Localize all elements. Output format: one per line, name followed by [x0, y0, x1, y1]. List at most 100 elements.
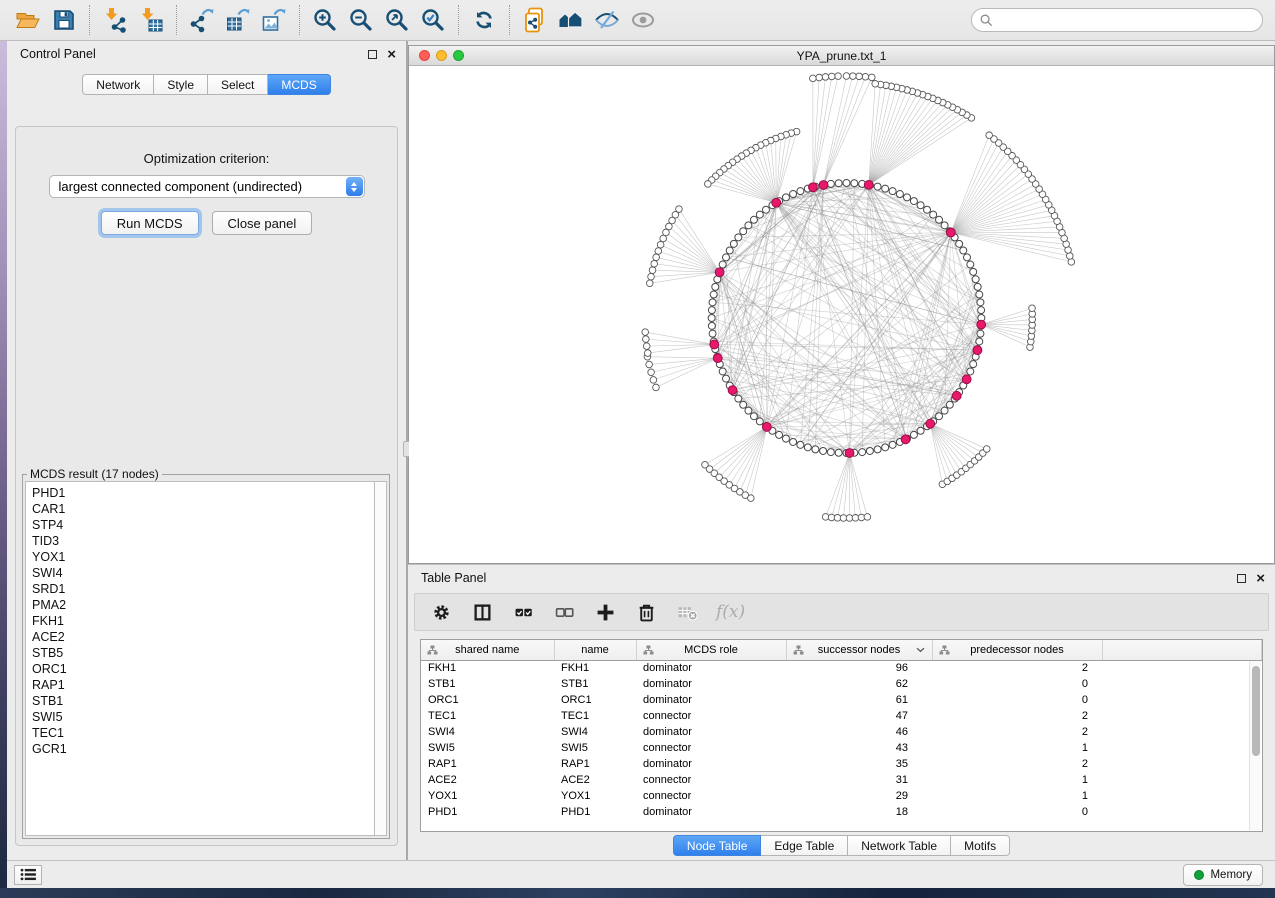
column-header-successor-nodes[interactable]: successor nodes	[786, 640, 932, 660]
mcds-result-item[interactable]: CAR1	[32, 501, 374, 517]
close-panel-button[interactable]: Close panel	[212, 211, 313, 235]
network-graph[interactable]	[409, 66, 1274, 563]
table-row[interactable]: SWI4SWI4dominator462	[421, 724, 1262, 740]
table-row[interactable]: ACE2ACE2connector311	[421, 772, 1262, 788]
cell[interactable]: dominator	[636, 756, 786, 772]
cell[interactable]: PHD1	[554, 804, 636, 820]
table-row[interactable]: SWI5SWI5connector431	[421, 740, 1262, 756]
mcds-result-item[interactable]: GCR1	[32, 741, 374, 757]
cell[interactable]: 2	[932, 708, 1102, 724]
zoom-fit-button[interactable]	[379, 3, 415, 37]
close-panel-icon[interactable]: ×	[387, 47, 396, 62]
cell[interactable]: STB1	[554, 676, 636, 692]
mcds-result-item[interactable]: ORC1	[32, 661, 374, 677]
delete-table-button[interactable]	[675, 600, 699, 624]
tab-style[interactable]: Style	[154, 74, 208, 95]
table-row[interactable]: YOX1YOX1connector291	[421, 788, 1262, 804]
cell[interactable]: 2	[932, 660, 1102, 676]
tab-network-table[interactable]: Network Table	[848, 835, 951, 856]
cell[interactable]: 46	[786, 724, 932, 740]
cell[interactable]: connector	[636, 772, 786, 788]
tab-motifs[interactable]: Motifs	[951, 835, 1010, 856]
cell[interactable]: TEC1	[421, 708, 554, 724]
cell[interactable]: ACE2	[554, 772, 636, 788]
optimization-criterion-select[interactable]: largest connected component (undirected)	[49, 175, 365, 198]
mcds-result-item[interactable]: SWI4	[32, 565, 374, 581]
cell[interactable]: PHD1	[421, 804, 554, 820]
zoom-out-button[interactable]	[343, 3, 379, 37]
import-network-button[interactable]	[97, 3, 133, 37]
cell[interactable]: connector	[636, 788, 786, 804]
table-row[interactable]: STB1STB1dominator620	[421, 676, 1262, 692]
tab-edge-table[interactable]: Edge Table	[761, 835, 848, 856]
cell[interactable]: FKH1	[554, 660, 636, 676]
table-settings-button[interactable]	[429, 600, 453, 624]
table-scrollbar[interactable]	[1249, 661, 1261, 830]
float-table-panel-icon[interactable]	[1237, 574, 1246, 583]
cell[interactable]: 1	[932, 740, 1102, 756]
cell[interactable]: SWI4	[421, 724, 554, 740]
zoom-selected-button[interactable]	[415, 3, 451, 37]
export-table-button[interactable]	[220, 3, 256, 37]
column-header-predecessor-nodes[interactable]: predecessor nodes	[932, 640, 1102, 660]
cell[interactable]: 0	[932, 804, 1102, 820]
show-columns-button[interactable]	[470, 600, 494, 624]
cell[interactable]: 1	[932, 788, 1102, 804]
cell[interactable]: 47	[786, 708, 932, 724]
cell[interactable]: 61	[786, 692, 932, 708]
cell[interactable]: TEC1	[554, 708, 636, 724]
function-builder-button[interactable]: f(x)	[716, 602, 745, 622]
save-session-button[interactable]	[46, 3, 82, 37]
cell[interactable]: connector	[636, 708, 786, 724]
cell[interactable]: 0	[932, 676, 1102, 692]
cell[interactable]: connector	[636, 740, 786, 756]
table-row[interactable]: RAP1RAP1dominator352	[421, 756, 1262, 772]
cell[interactable]: 96	[786, 660, 932, 676]
tab-select[interactable]: Select	[208, 74, 268, 95]
mcds-result-item[interactable]: PHD1	[32, 485, 374, 501]
show-eye-button[interactable]	[625, 3, 661, 37]
cell[interactable]: 0	[932, 692, 1102, 708]
mcds-result-item[interactable]: PMA2	[32, 597, 374, 613]
column-header-MCDS-role[interactable]: MCDS role	[636, 640, 786, 660]
mcds-result-item[interactable]: RAP1	[32, 677, 374, 693]
share-document-button[interactable]	[517, 3, 553, 37]
cell[interactable]: RAP1	[554, 756, 636, 772]
cell[interactable]: 31	[786, 772, 932, 788]
zoom-in-button[interactable]	[307, 3, 343, 37]
mcds-result-item[interactable]: FKH1	[32, 613, 374, 629]
memory-button[interactable]: Memory	[1183, 864, 1263, 886]
cell[interactable]: 2	[932, 724, 1102, 740]
cell[interactable]: 35	[786, 756, 932, 772]
import-table-button[interactable]	[133, 3, 169, 37]
network-canvas[interactable]	[409, 66, 1274, 563]
tab-node-table[interactable]: Node Table	[673, 835, 762, 856]
refresh-layout-button[interactable]	[466, 3, 502, 37]
houses-button[interactable]	[553, 3, 589, 37]
column-header-shared-name[interactable]: shared name	[421, 640, 554, 660]
tab-mcds[interactable]: MCDS	[268, 74, 330, 95]
table-row[interactable]: PHD1PHD1dominator180	[421, 804, 1262, 820]
cell[interactable]: SWI5	[421, 740, 554, 756]
table-row[interactable]: ORC1ORC1dominator610	[421, 692, 1262, 708]
cell[interactable]: dominator	[636, 676, 786, 692]
close-table-panel-icon[interactable]: ×	[1256, 571, 1265, 586]
mcds-result-item[interactable]: SWI5	[32, 709, 374, 725]
cell[interactable]: dominator	[636, 660, 786, 676]
cell[interactable]: FKH1	[421, 660, 554, 676]
cell[interactable]: 18	[786, 804, 932, 820]
cell[interactable]: RAP1	[421, 756, 554, 772]
cell[interactable]: ORC1	[554, 692, 636, 708]
cell[interactable]: YOX1	[421, 788, 554, 804]
network-window-titlebar[interactable]: YPA_prune.txt_1	[409, 46, 1274, 66]
cell[interactable]: SWI5	[554, 740, 636, 756]
hide-eye-button[interactable]	[589, 3, 625, 37]
cell[interactable]: YOX1	[554, 788, 636, 804]
open-session-button[interactable]	[10, 3, 46, 37]
float-panel-icon[interactable]	[368, 50, 377, 59]
create-column-button[interactable]	[593, 600, 617, 624]
mcds-result-item[interactable]: ACE2	[32, 629, 374, 645]
table-row[interactable]: TEC1TEC1connector472	[421, 708, 1262, 724]
task-history-button[interactable]	[14, 865, 42, 885]
run-mcds-button[interactable]: Run MCDS	[101, 211, 199, 235]
